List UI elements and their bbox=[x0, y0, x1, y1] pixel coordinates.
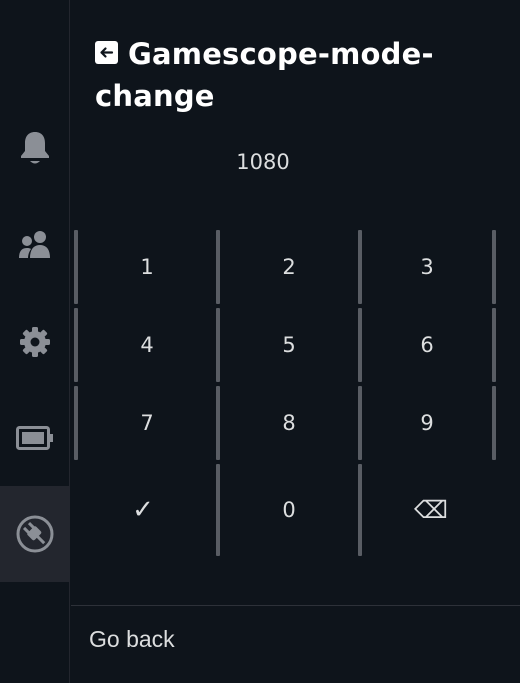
battery-icon bbox=[16, 426, 53, 450]
footer: Go back bbox=[71, 606, 520, 683]
main-panel: Gamescope-mode- change 1080 1 2 3 4 5 6 … bbox=[71, 0, 520, 683]
page-title-line2: change bbox=[95, 79, 215, 113]
key-7[interactable]: 7 bbox=[78, 386, 216, 460]
gear-icon bbox=[20, 327, 50, 357]
backspace-key[interactable]: ⌫ bbox=[362, 464, 500, 556]
page-title-line1: Gamescope-mode- bbox=[128, 37, 434, 71]
numeric-keypad: 1 2 3 4 5 6 7 8 9 ✓ 0 ⌫ bbox=[71, 228, 520, 558]
back-button[interactable] bbox=[95, 41, 118, 64]
key-8[interactable]: 8 bbox=[220, 386, 358, 460]
key-6[interactable]: 6 bbox=[358, 308, 496, 382]
bell-icon bbox=[21, 132, 49, 164]
key-5[interactable]: 5 bbox=[220, 308, 358, 382]
page-title: Gamescope-mode- change bbox=[95, 33, 505, 117]
value-display: 1080 bbox=[236, 150, 290, 174]
sidebar-item-notifications[interactable] bbox=[0, 100, 70, 196]
sidebar-item-settings[interactable] bbox=[0, 294, 70, 390]
arrow-left-icon bbox=[100, 47, 114, 58]
key-0[interactable]: 0 bbox=[220, 464, 358, 556]
friends-icon bbox=[19, 231, 50, 258]
key-1[interactable]: 1 bbox=[78, 230, 216, 304]
key-9[interactable]: 9 bbox=[358, 386, 496, 460]
go-back-button[interactable]: Go back bbox=[89, 626, 175, 653]
quick-access-panel: Gamescope-mode- change 1080 1 2 3 4 5 6 … bbox=[0, 0, 520, 683]
sidebar-item-battery[interactable] bbox=[0, 390, 70, 486]
plug-icon bbox=[16, 515, 54, 553]
key-2[interactable]: 2 bbox=[220, 230, 358, 304]
key-4[interactable]: 4 bbox=[78, 308, 216, 382]
confirm-key[interactable]: ✓ bbox=[74, 464, 212, 556]
header: Gamescope-mode- change bbox=[95, 33, 505, 117]
key-3[interactable]: 3 bbox=[358, 230, 496, 304]
sidebar-item-plugins[interactable] bbox=[0, 486, 70, 582]
sidebar bbox=[0, 0, 70, 683]
sidebar-item-friends[interactable] bbox=[0, 197, 70, 293]
